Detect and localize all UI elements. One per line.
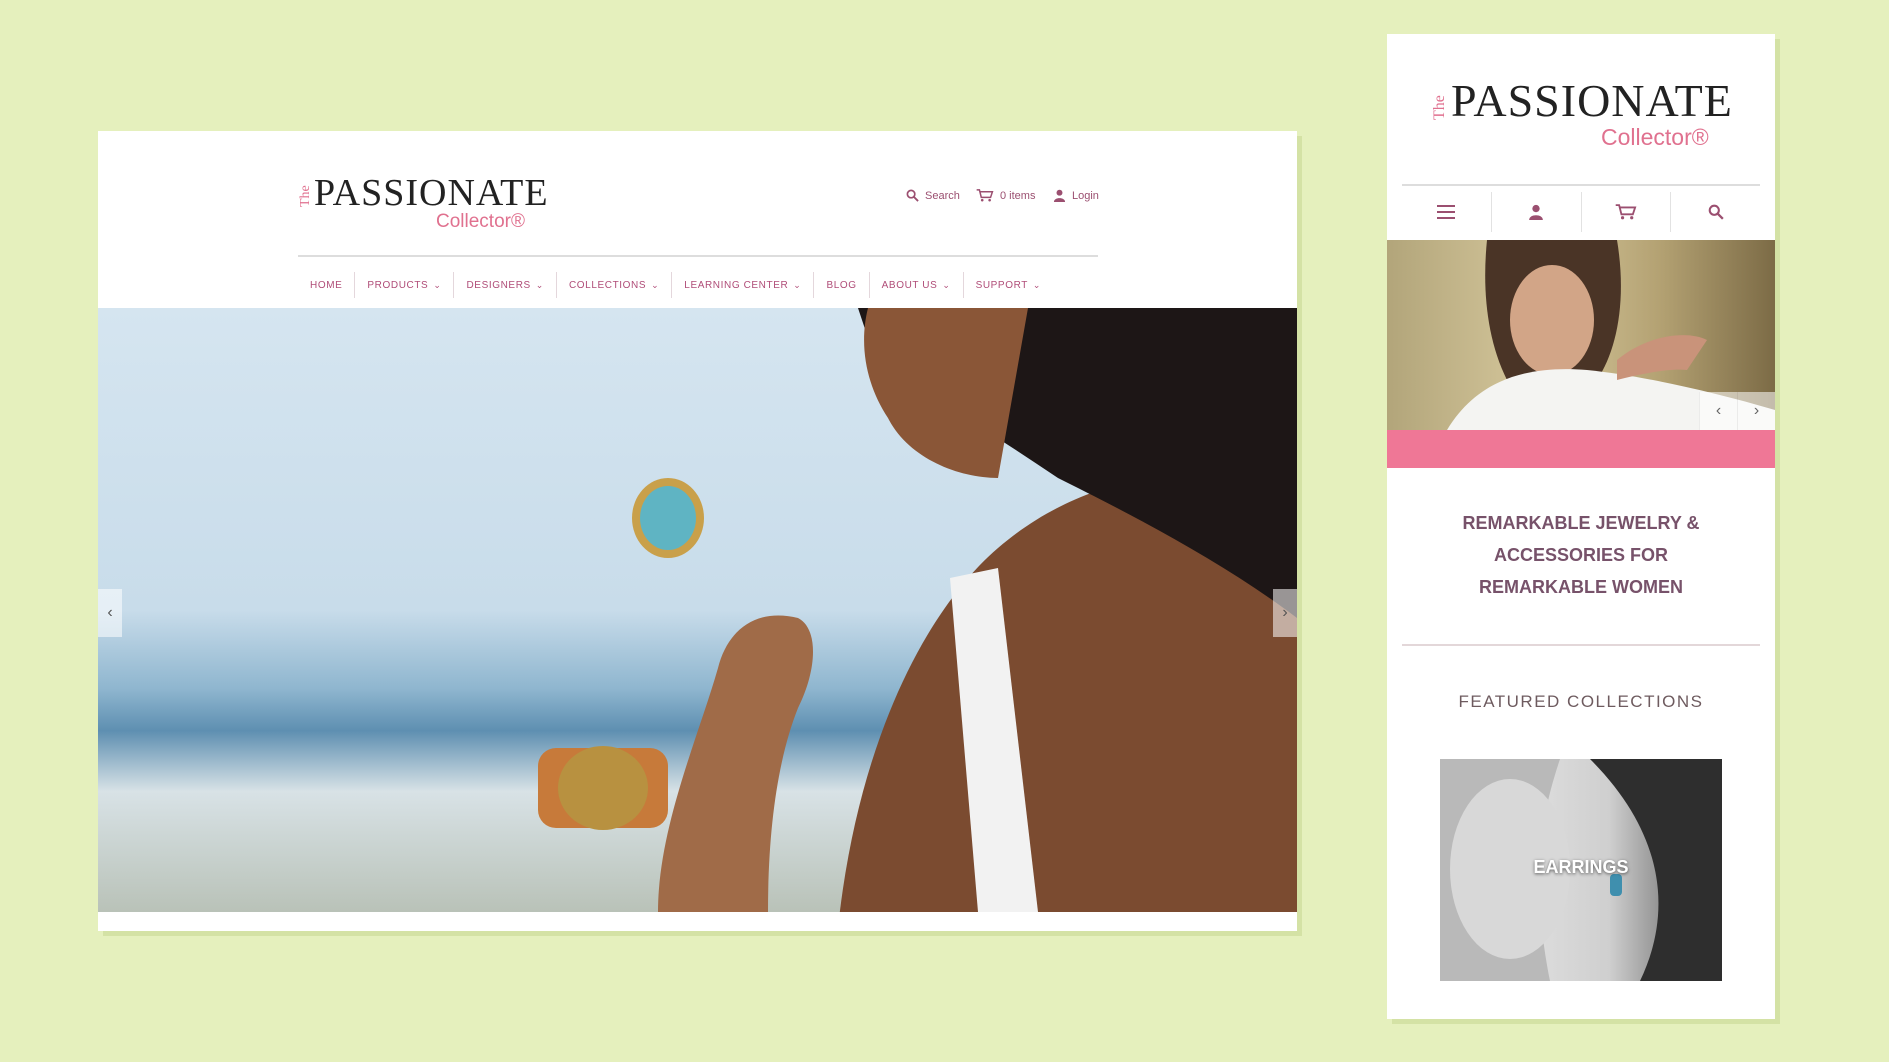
logo-name: PASSIONATE [314, 172, 549, 214]
logo-the: The [1431, 95, 1448, 120]
hero-next-button[interactable]: › [1273, 589, 1297, 637]
cart-icon [1615, 204, 1637, 220]
hero-slide-image: ‹ › [98, 308, 1297, 912]
search-link[interactable]: Search [906, 189, 960, 202]
search-icon [1708, 204, 1724, 220]
menu-icon [1437, 205, 1456, 219]
brand-logo[interactable]: The PASSIONATE Collector® [298, 171, 558, 241]
tagline-line: REMARKABLE JEWELRY & [1462, 513, 1700, 533]
nav-support-label: SUPPORT [975, 279, 1028, 291]
menu-button[interactable] [1402, 192, 1492, 232]
user-icon [1053, 189, 1066, 202]
brand-logo[interactable]: The PASSIONATE Collector® [1431, 74, 1733, 154]
tagline-line: ACCESSORIES FOR [1493, 545, 1669, 565]
cart-link[interactable]: 0 items [976, 189, 1035, 202]
mobile-next-button[interactable]: › [1737, 392, 1775, 430]
nav-collections-label: COLLECTIONS [568, 279, 647, 291]
nav-collections[interactable]: COLLECTIONS ⌄ [557, 272, 673, 298]
nav-designers[interactable]: DESIGNERS ⌄ [454, 272, 557, 298]
arrow-left-icon: ‹ [107, 604, 113, 621]
mobile-slider-controls: ‹ › [1699, 392, 1775, 430]
chevron-down-icon: ⌄ [942, 279, 951, 290]
accent-band [1387, 430, 1775, 468]
section-divider [1402, 644, 1760, 646]
collection-card-earrings[interactable]: EARRINGS [1440, 759, 1722, 981]
chevron-down-icon: ⌄ [535, 279, 544, 290]
nav-products[interactable]: PRODUCTS ⌄ [355, 272, 455, 298]
nav-about-us[interactable]: ABOUT US ⌄ [870, 272, 964, 298]
chevron-down-icon: ⌄ [433, 279, 442, 290]
cart-button[interactable] [1582, 192, 1672, 232]
tagline: REMARKABLE JEWELRY & ACCESSORIES FOR REM… [1387, 507, 1775, 603]
header-divider [1402, 184, 1760, 186]
collection-card-label: EARRINGS [1533, 857, 1629, 877]
search-label: Search [925, 189, 960, 202]
cart-label: 0 items [1000, 189, 1036, 202]
nav-home[interactable]: HOME [298, 272, 356, 298]
nav-products-label: PRODUCTS [367, 279, 429, 291]
login-link[interactable]: Login [1053, 189, 1099, 202]
mobile-toolbar [1402, 192, 1760, 232]
tagline-line: REMARKABLE WOMEN [1479, 577, 1683, 597]
cart-icon [976, 189, 994, 202]
hero-photo [538, 308, 1297, 912]
nav-home-label: HOME [310, 279, 343, 291]
chevron-down-icon: ⌄ [1032, 279, 1042, 290]
mobile-mockup: The PASSIONATE Collector® ‹ › REMARKABLE… [1387, 34, 1775, 1019]
desktop-mockup: The PASSIONATE Collector® Search 0 items… [98, 131, 1297, 931]
logo-the: The [298, 185, 313, 207]
chevron-down-icon: ⌄ [793, 279, 802, 290]
nav-support[interactable]: SUPPORT ⌄ [964, 272, 1054, 298]
header-divider [298, 255, 1098, 257]
user-icon [1529, 204, 1543, 220]
logo-sub: Collector® [1601, 124, 1709, 150]
arrow-right-icon: › [1753, 402, 1760, 419]
featured-collections-heading: FEATURED COLLECTIONS [1458, 692, 1704, 711]
chevron-down-icon: ⌄ [651, 279, 660, 290]
main-nav: HOME PRODUCTS ⌄ DESIGNERS ⌄ COLLECTIONS ⌄ L… [298, 269, 1053, 301]
hero-prev-button[interactable]: ‹ [98, 589, 122, 637]
nav-about-us-label: ABOUT US [881, 279, 938, 291]
login-label: Login [1072, 189, 1099, 202]
arrow-right-icon: › [1282, 604, 1288, 621]
nav-learning-center[interactable]: LEARNING CENTER ⌄ [672, 272, 815, 298]
mobile-prev-button[interactable]: ‹ [1699, 392, 1737, 430]
nav-blog[interactable]: BLOG [814, 272, 870, 298]
logo-name: PASSIONATE [1451, 75, 1733, 126]
search-icon [906, 189, 919, 202]
nav-learning-center-label: LEARNING CENTER [684, 279, 789, 291]
logo-sub: Collector® [436, 211, 525, 232]
arrow-left-icon: ‹ [1715, 402, 1722, 419]
nav-blog-label: BLOG [826, 279, 857, 291]
nav-designers-label: DESIGNERS [466, 279, 531, 291]
account-button[interactable] [1492, 192, 1582, 232]
search-button[interactable] [1671, 192, 1760, 232]
